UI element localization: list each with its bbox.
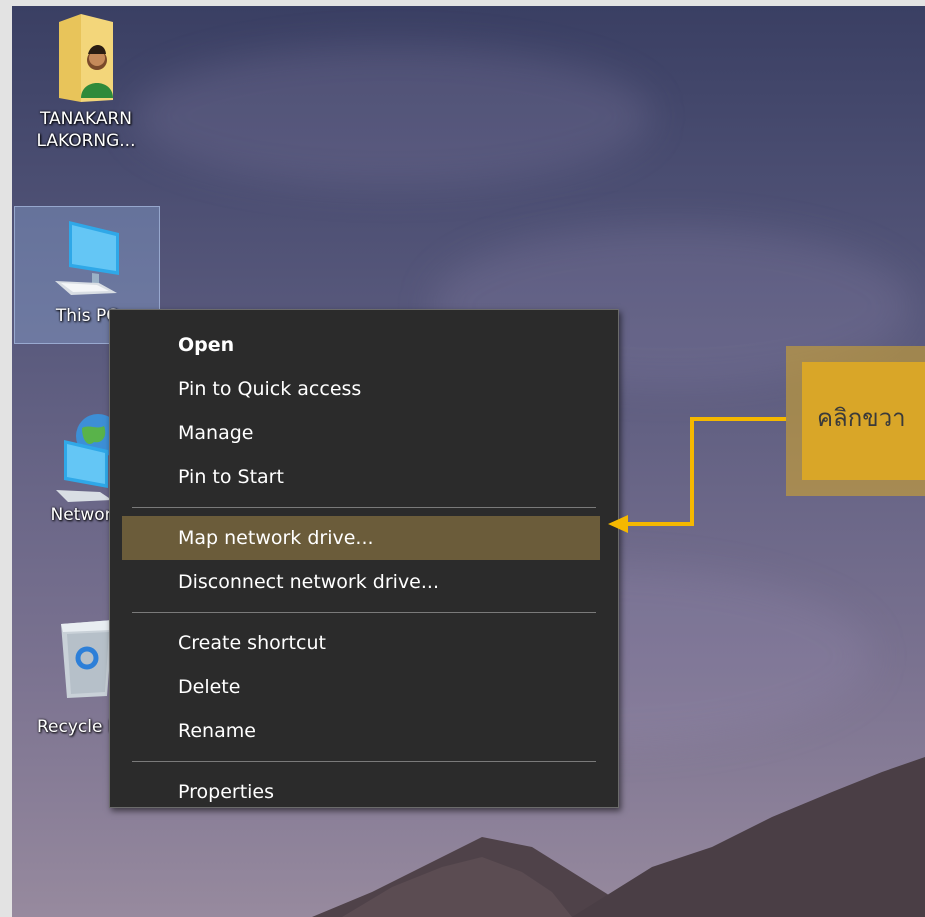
menu-item-pin-quick-access[interactable]: Pin to Quick access <box>110 367 618 411</box>
menu-item-rename[interactable]: Rename <box>110 709 618 753</box>
menu-item-manage[interactable]: Manage <box>110 411 618 455</box>
menu-item-map-network-drive[interactable]: Map network drive... <box>122 516 600 560</box>
menu-item-disconnect-network-drive[interactable]: Disconnect network drive... <box>110 560 618 604</box>
desktop-icon-user-folder[interactable]: TANAKARN LAKORNG... <box>14 12 158 152</box>
desktop-icon-label: TANAKARN LAKORNG... <box>36 109 136 151</box>
menu-item-properties[interactable]: Properties <box>110 770 618 814</box>
menu-separator <box>132 761 596 762</box>
context-menu: Open Pin to Quick access Manage Pin to S… <box>109 309 619 808</box>
menu-item-delete[interactable]: Delete <box>110 665 618 709</box>
menu-separator <box>132 612 596 613</box>
menu-item-create-shortcut[interactable]: Create shortcut <box>110 621 618 665</box>
screenshot-frame: TANAKARN LAKORNG... This PC Network Recy… <box>0 0 925 917</box>
computer-icon <box>55 221 119 295</box>
cloud <box>132 46 652 186</box>
menu-item-open[interactable]: Open <box>110 323 618 367</box>
user-folder-icon <box>59 14 113 102</box>
menu-separator <box>132 507 596 508</box>
annotation-text: คลิกขวา <box>817 404 906 432</box>
menu-item-pin-start[interactable]: Pin to Start <box>110 455 618 499</box>
